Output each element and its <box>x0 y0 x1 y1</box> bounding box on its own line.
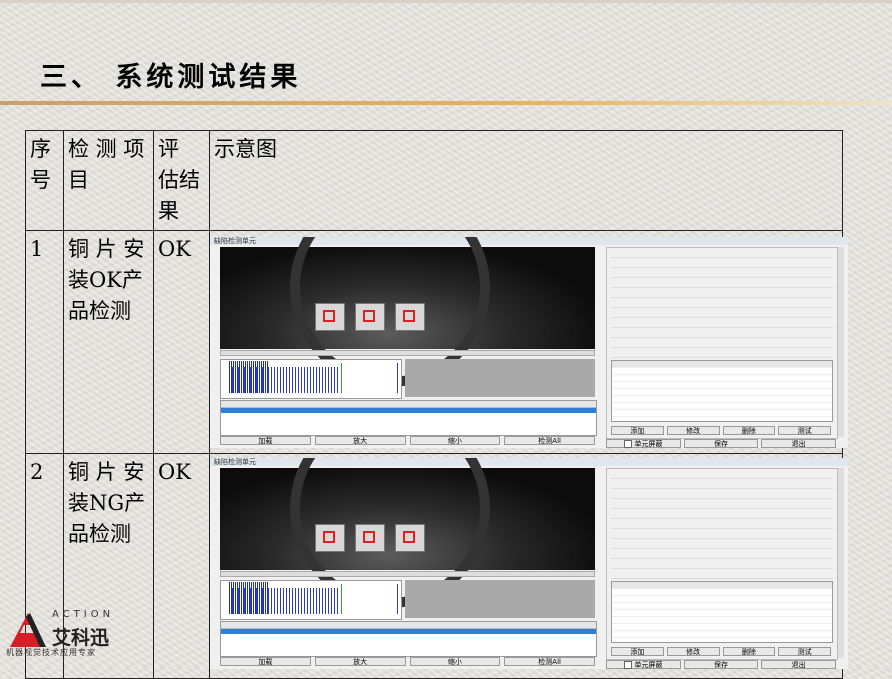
table-header-row: 序号 检 测 项目 评 估结果 示意图 <box>25 130 843 231</box>
defect-list <box>220 621 597 657</box>
inspection-screenshot: 缺陷检测单元 加载 放大 缩小 检测All 添加 修改 删除 测试 单元屏蔽 保… <box>210 458 848 669</box>
parameter-grid <box>611 581 833 643</box>
checkbox-icon <box>624 440 633 448</box>
delete-button[interactable]: 删除 <box>722 647 776 656</box>
zoom-in-button[interactable]: 放大 <box>314 657 406 666</box>
add-button[interactable]: 添加 <box>611 647 664 656</box>
panel-buttons: 添加 修改 删除 测试 <box>611 647 831 656</box>
test-button[interactable]: 测试 <box>778 647 831 656</box>
brand-en: ACTION <box>52 609 115 620</box>
settings-panel: 添加 修改 删除 测试 <box>606 468 838 660</box>
bottom-buttons: 加载 放大 缩小 检测All <box>220 657 595 666</box>
edit-button[interactable]: 修改 <box>666 426 720 435</box>
defect-list <box>220 400 597 436</box>
histogram <box>220 359 402 399</box>
add-button[interactable]: 添加 <box>611 426 664 435</box>
detect-all-button[interactable]: 检测All <box>504 657 595 666</box>
save-button[interactable]: 保存 <box>683 660 759 669</box>
panel-buttons: 添加 修改 删除 测试 <box>611 426 831 435</box>
save-button[interactable]: 保存 <box>683 439 759 448</box>
header-diagram: 示意图 <box>209 130 843 231</box>
row-result: OK <box>153 230 210 454</box>
top-border <box>0 0 892 3</box>
image-scrollbar[interactable] <box>220 350 595 356</box>
brand-slogan: 机器视觉技术应用专家 <box>6 648 96 657</box>
zoom-out-button[interactable]: 缩小 <box>409 657 501 666</box>
image-scrollbar[interactable] <box>220 571 595 577</box>
brand-cn: 艾科迅 <box>52 627 110 649</box>
table-row: 2 铜 片 安装NG产品检测 OK 缺陷检测单元 加载 放大 缩小 检测All … <box>25 453 848 679</box>
unit-mask-checkbox[interactable]: 单元屏蔽 <box>606 660 681 669</box>
exit-button[interactable]: 退出 <box>761 660 837 669</box>
row-diagram: 缺陷检测单元 加载 放大 缩小 检测All 添加 修改 删除 测试 单元屏蔽 保… <box>209 453 848 679</box>
preview-box <box>405 359 595 397</box>
row-diagram: 缺陷检测单元 加载 放大 缩小 检测All 添加 修改 删除 测试 单元屏蔽 保… <box>209 230 848 454</box>
detect-all-button[interactable]: 检测All <box>504 436 595 445</box>
parameter-grid <box>611 360 833 422</box>
zoom-in-button[interactable]: 放大 <box>314 436 406 445</box>
camera-view <box>220 458 595 608</box>
row-item: 铜 片 安装OK产品检测 <box>63 230 154 454</box>
inspection-screenshot: 缺陷检测单元 加载 放大 缩小 检测All 添加 修改 删除 测试 单元屏蔽 保… <box>210 237 848 448</box>
checkbox-icon <box>624 661 633 669</box>
panel-scrollbar[interactable] <box>838 468 844 658</box>
unit-mask-label: 单元屏蔽 <box>634 661 663 669</box>
results-table: 序号 检 测 项目 评 估结果 示意图 1 铜 片 安装OK产品检测 OK 缺陷… <box>25 130 848 679</box>
panel-scrollbar[interactable] <box>838 247 844 437</box>
row-result: OK <box>153 453 210 679</box>
title-underline <box>0 101 892 105</box>
preview-box <box>405 580 595 618</box>
unit-mask-checkbox[interactable]: 单元屏蔽 <box>606 439 681 448</box>
logo-mark-icon <box>10 613 46 647</box>
footer-buttons: 单元屏蔽 保存 退出 <box>606 660 837 669</box>
exit-button[interactable]: 退出 <box>761 439 837 448</box>
load-button[interactable]: 加载 <box>220 657 311 666</box>
delete-button[interactable]: 删除 <box>722 426 776 435</box>
zoom-out-button[interactable]: 缩小 <box>409 436 501 445</box>
settings-panel: 添加 修改 删除 测试 <box>606 247 838 439</box>
header-index: 序号 <box>25 130 64 231</box>
row-index: 1 <box>25 230 64 454</box>
footer-buttons: 单元屏蔽 保存 退出 <box>606 439 837 448</box>
company-logo: ACTION 艾科迅 机器视觉技术应用专家 <box>6 605 146 665</box>
page-title: 三、 系统测试结果 <box>40 62 302 93</box>
header-item: 检 测 项目 <box>63 130 154 231</box>
camera-view <box>220 237 595 387</box>
header-result: 评 估结果 <box>153 130 210 231</box>
edit-button[interactable]: 修改 <box>666 647 720 656</box>
histogram <box>220 580 402 620</box>
unit-mask-label: 单元屏蔽 <box>634 440 663 448</box>
bottom-buttons: 加载 放大 缩小 检测All <box>220 436 595 445</box>
test-button[interactable]: 测试 <box>778 426 831 435</box>
load-button[interactable]: 加载 <box>220 436 311 445</box>
table-row: 1 铜 片 安装OK产品检测 OK 缺陷检测单元 加载 放大 缩小 检测All … <box>25 230 848 454</box>
